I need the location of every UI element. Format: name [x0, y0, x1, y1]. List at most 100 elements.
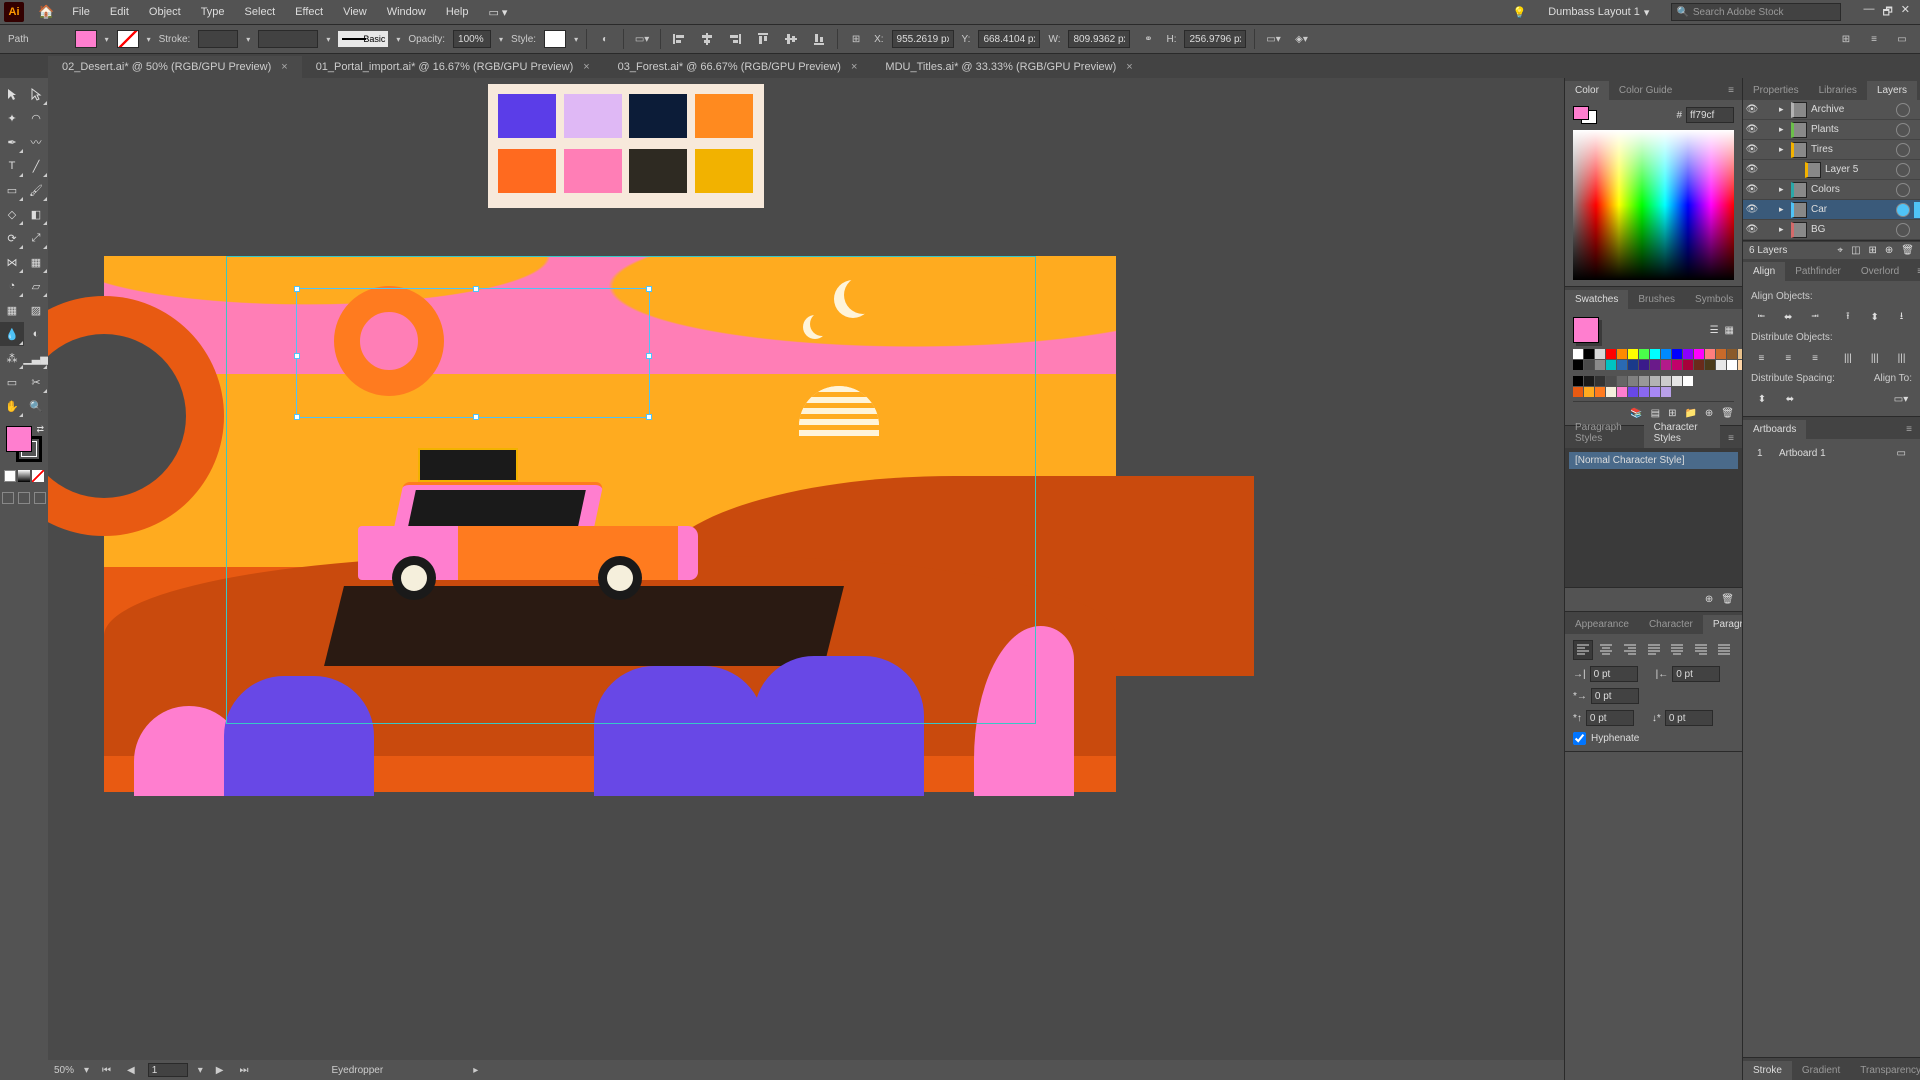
align-hcenter-icon[interactable]: [697, 29, 717, 49]
zoom-level[interactable]: 50%: [54, 1065, 74, 1076]
right-indent-input[interactable]: [1672, 666, 1720, 682]
dist-top-icon[interactable]: ≡: [1751, 347, 1772, 369]
align-top-icon[interactable]: [753, 29, 773, 49]
swatch-item[interactable]: [1650, 376, 1660, 386]
pen-tool[interactable]: ✒: [0, 130, 24, 154]
layer-row[interactable]: 👁▸Plants: [1743, 120, 1920, 140]
last-artboard-icon[interactable]: ⏭: [236, 1065, 251, 1076]
slice-tool[interactable]: ✂: [24, 370, 48, 394]
align-to-dropdown[interactable]: ▭▾: [1890, 388, 1912, 410]
layer-row[interactable]: 👁Layer 5: [1743, 160, 1920, 180]
home-icon[interactable]: 🏠: [38, 4, 54, 20]
layer-row[interactable]: 👁▸BG: [1743, 220, 1920, 240]
scale-tool[interactable]: ⤢: [24, 226, 48, 250]
doc-close-icon[interactable]: ✕: [1901, 3, 1910, 22]
next-artboard-icon[interactable]: ▶: [213, 1065, 227, 1076]
swatch-item[interactable]: [1628, 360, 1638, 370]
target-icon[interactable]: [1896, 183, 1910, 197]
dist-bottom-icon[interactable]: ≡: [1805, 347, 1826, 369]
target-icon[interactable]: [1896, 143, 1910, 157]
color-mode-gradient[interactable]: [18, 470, 30, 482]
swatch-item[interactable]: [1716, 360, 1726, 370]
align-menu-icon[interactable]: ▭▾: [632, 29, 652, 49]
swatch-item[interactable]: [1584, 349, 1594, 359]
tab-layers[interactable]: Layers: [1867, 81, 1917, 100]
preferences-icon[interactable]: ≡: [1864, 29, 1884, 49]
artboard-row[interactable]: 1 Artboard 1 ▭: [1751, 445, 1912, 462]
tab-gradient[interactable]: Gradient: [1792, 1061, 1850, 1080]
color-spectrum[interactable]: [1573, 130, 1734, 280]
disclosure-icon[interactable]: ▸: [1779, 224, 1791, 235]
align-hcenter-icon[interactable]: ⬌: [1778, 306, 1799, 328]
brush-definition[interactable]: Basic: [338, 31, 388, 47]
stock-search[interactable]: 🔍 Search Adobe Stock: [1671, 3, 1841, 21]
swatch-item[interactable]: [1606, 349, 1616, 359]
artboard-tool[interactable]: ▭: [0, 370, 24, 394]
swatch-item[interactable]: [1661, 387, 1671, 397]
dist-right-icon[interactable]: |||: [1891, 347, 1912, 369]
menu-object[interactable]: Object: [139, 2, 191, 22]
stroke-profile-dropdown-icon[interactable]: ▾: [326, 35, 330, 44]
doc-setup-icon[interactable]: ⊞: [1836, 29, 1856, 49]
first-artboard-icon[interactable]: ⏮: [99, 1065, 114, 1076]
transform-panel-icon[interactable]: ⊞: [846, 29, 866, 49]
swatch-item[interactable]: [1727, 360, 1737, 370]
align-right-icon[interactable]: ⭲: [1805, 306, 1826, 328]
hex-input[interactable]: [1686, 107, 1734, 123]
align-right-icon[interactable]: [725, 29, 745, 49]
current-swatch[interactable]: [1573, 317, 1599, 343]
panel-menu-icon[interactable]: ≡: [1909, 262, 1920, 281]
gradient-tool[interactable]: ▨: [24, 298, 48, 322]
swatch-item[interactable]: [1639, 387, 1649, 397]
menu-help[interactable]: Help: [436, 2, 479, 22]
opacity-input[interactable]: [453, 30, 491, 48]
rectangle-tool[interactable]: ▭: [0, 178, 24, 202]
swatch-item[interactable]: [1639, 376, 1649, 386]
target-icon[interactable]: [1896, 203, 1910, 217]
shape-props-icon[interactable]: ▭▾: [1263, 29, 1283, 49]
tab-character[interactable]: Character: [1639, 615, 1703, 634]
document-tab[interactable]: MDU_Titles.ai* @ 33.33% (RGB/GPU Preview…: [871, 56, 1146, 78]
tab-color-guide[interactable]: Color Guide: [1609, 81, 1682, 100]
close-icon[interactable]: ×: [583, 61, 589, 73]
disclosure-icon[interactable]: ▸: [1779, 104, 1791, 115]
disclosure-icon[interactable]: ▸: [1779, 144, 1791, 155]
para-justify-right-icon[interactable]: [1691, 640, 1711, 660]
opacity-dropdown-icon[interactable]: ▾: [499, 35, 503, 44]
graphic-style-swatch[interactable]: [544, 30, 566, 48]
tab-color[interactable]: Color: [1565, 81, 1609, 100]
swatch-item[interactable]: [1639, 360, 1649, 370]
dist-hspace-icon[interactable]: ⬌: [1779, 388, 1801, 410]
search-help-icon[interactable]: 💡: [1512, 6, 1526, 19]
color-proxy-mini[interactable]: [1573, 106, 1597, 124]
fill-swatch[interactable]: [75, 30, 97, 48]
close-icon[interactable]: ×: [1126, 61, 1132, 73]
visibility-icon[interactable]: 👁: [1743, 164, 1761, 175]
magic-wand-tool[interactable]: ✦: [0, 106, 24, 130]
align-bottom-icon[interactable]: [809, 29, 829, 49]
screen-mode-normal[interactable]: [2, 492, 14, 504]
swatch-item[interactable]: [1661, 349, 1671, 359]
align-left-icon[interactable]: [669, 29, 689, 49]
symbol-sprayer-tool[interactable]: ⁂: [0, 346, 24, 370]
swatch-item[interactable]: [1650, 360, 1660, 370]
character-style-item[interactable]: [Normal Character Style]: [1569, 452, 1738, 469]
layer-row[interactable]: 👁▸Tires: [1743, 140, 1920, 160]
swatch-item[interactable]: [1584, 360, 1594, 370]
tab-paragraph-styles[interactable]: Paragraph Styles: [1565, 418, 1644, 448]
tab-transparency[interactable]: Transparency: [1850, 1061, 1920, 1080]
lasso-tool[interactable]: ◠: [24, 106, 48, 130]
swatch-item[interactable]: [1650, 387, 1660, 397]
menu-window[interactable]: Window: [377, 2, 436, 22]
layer-row[interactable]: 👁▸Archive: [1743, 100, 1920, 120]
align-vcenter-icon[interactable]: ⬍: [1864, 306, 1885, 328]
link-wh-icon[interactable]: ⚭: [1138, 29, 1158, 49]
close-icon[interactable]: ×: [281, 61, 287, 73]
swatch-item[interactable]: [1694, 360, 1704, 370]
swatch-item[interactable]: [1573, 387, 1583, 397]
style-dropdown-icon[interactable]: ▾: [574, 35, 578, 44]
menu-effect[interactable]: Effect: [285, 2, 333, 22]
para-justify-center-icon[interactable]: [1667, 640, 1687, 660]
tab-brushes[interactable]: Brushes: [1628, 290, 1685, 309]
close-icon[interactable]: ×: [851, 61, 857, 73]
